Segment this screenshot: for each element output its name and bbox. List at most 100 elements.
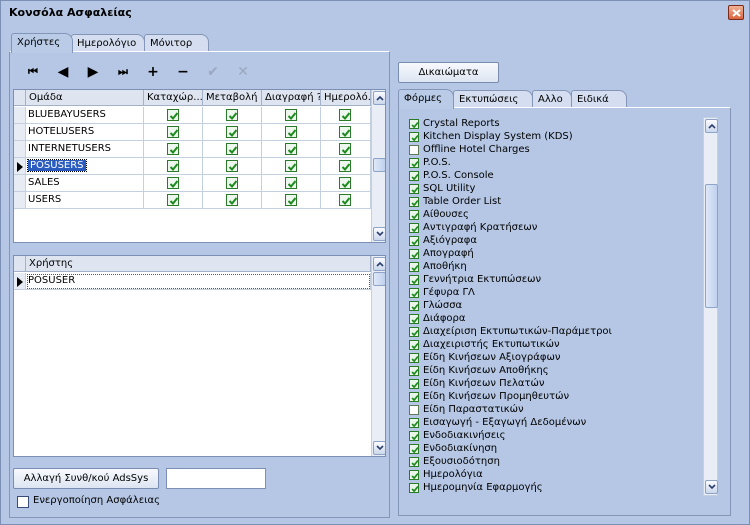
close-button[interactable] — [728, 5, 744, 20]
log-permission-cell[interactable] — [321, 107, 371, 124]
list-item[interactable]: P.O.S. — [405, 157, 705, 170]
delete-checkbox[interactable] — [285, 143, 297, 155]
tab-reports[interactable]: Εκτυπώσεις — [453, 90, 533, 108]
list-item[interactable]: Ημερολόγια — [405, 469, 705, 482]
scroll-down-button[interactable] — [705, 480, 718, 494]
modify-checkbox[interactable] — [226, 177, 238, 189]
list-item[interactable]: Ημερομηνία Εφαρμογής — [405, 482, 705, 495]
list-item[interactable]: Αξιόγραφα — [405, 235, 705, 248]
insert-permission-cell[interactable] — [144, 175, 203, 192]
list-item[interactable]: Είδη Κινήσεων Πελατών — [405, 378, 705, 391]
delete-checkbox[interactable] — [285, 160, 297, 172]
form-checkbox[interactable] — [409, 314, 419, 324]
form-checkbox[interactable] — [409, 197, 419, 207]
list-item[interactable]: Διάφορα — [405, 313, 705, 326]
form-checkbox[interactable] — [409, 353, 419, 363]
list-item[interactable]: Αποθήκη — [405, 261, 705, 274]
tab-log[interactable]: Ημερολόγιο — [71, 34, 145, 52]
forms-list-scrollbar[interactable] — [703, 117, 718, 496]
list-item[interactable]: Ενδοδιακινήσεις — [405, 430, 705, 443]
list-item[interactable]: Crystal Reports — [405, 118, 705, 131]
modify-checkbox[interactable] — [226, 143, 238, 155]
log-checkbox[interactable] — [339, 177, 351, 189]
group-name-cell[interactable]: HOTELUSERS — [26, 124, 144, 141]
list-item[interactable]: Είδη Κινήσεων Αποθήκης — [405, 365, 705, 378]
insert-permission-cell[interactable] — [144, 124, 203, 141]
group-name-cell[interactable]: BLUEBAYUSERS — [26, 107, 144, 124]
delete-checkbox[interactable] — [285, 109, 297, 121]
delete-button[interactable]: − — [171, 61, 195, 83]
list-item[interactable]: Είδη Κινήσεων Προμηθευτών — [405, 391, 705, 404]
scroll-down-button[interactable] — [373, 227, 385, 241]
form-checkbox[interactable] — [409, 340, 419, 350]
form-checkbox[interactable] — [409, 210, 419, 220]
scroll-up-button[interactable] — [373, 91, 385, 105]
form-checkbox[interactable] — [409, 132, 419, 142]
password-input[interactable] — [166, 468, 266, 489]
scroll-up-button[interactable] — [705, 119, 718, 133]
modify-checkbox[interactable] — [226, 194, 238, 206]
scroll-up-button[interactable] — [373, 257, 385, 271]
insert-checkbox[interactable] — [167, 160, 179, 172]
log-checkbox[interactable] — [339, 194, 351, 206]
list-item[interactable]: Αίθουσες — [405, 209, 705, 222]
scroll-thumb[interactable] — [705, 184, 718, 308]
delete-permission-cell[interactable] — [262, 175, 321, 192]
log-checkbox[interactable] — [339, 160, 351, 172]
insert-checkbox[interactable] — [167, 194, 179, 206]
users-grid[interactable]: Χρήστης POSUSER — [13, 255, 386, 457]
scroll-thumb[interactable] — [373, 158, 385, 172]
list-item[interactable]: Ενδοδιακίνηση — [405, 443, 705, 456]
log-checkbox[interactable] — [339, 109, 351, 121]
tab-monitor[interactable]: Μόνιτορ — [144, 34, 209, 52]
scroll-thumb[interactable] — [373, 272, 385, 286]
log-permission-cell[interactable] — [321, 141, 371, 158]
delete-permission-cell[interactable] — [262, 158, 321, 175]
security-checkbox-box[interactable] — [17, 496, 29, 508]
form-checkbox[interactable] — [409, 431, 419, 441]
first-button[interactable]: ⏮ — [21, 61, 45, 83]
form-checkbox[interactable] — [409, 457, 419, 467]
modify-checkbox[interactable] — [226, 126, 238, 138]
form-checkbox[interactable] — [409, 392, 419, 402]
delete-checkbox[interactable] — [285, 177, 297, 189]
insert-permission-cell[interactable] — [144, 192, 203, 209]
log-permission-cell[interactable] — [321, 192, 371, 209]
log-permission-cell[interactable] — [321, 158, 371, 175]
form-checkbox[interactable] — [409, 379, 419, 389]
delete-checkbox[interactable] — [285, 126, 297, 138]
modify-permission-cell[interactable] — [203, 141, 262, 158]
change-password-button[interactable]: Αλλαγή Συνθ/κού AdsSys — [13, 468, 159, 489]
users-grid-scrollbar[interactable] — [371, 256, 385, 456]
modify-permission-cell[interactable] — [203, 107, 262, 124]
list-item[interactable]: SQL Utility — [405, 183, 705, 196]
column-header[interactable]: Χρήστης — [26, 256, 371, 272]
list-item[interactable]: Γέφυρα ΓΛ — [405, 287, 705, 300]
form-checkbox[interactable] — [409, 301, 419, 311]
list-item[interactable]: Είδη Παραστατικών — [405, 404, 705, 417]
form-checkbox[interactable] — [409, 158, 419, 168]
insert-checkbox[interactable] — [167, 126, 179, 138]
list-item[interactable]: Γεννήτρια Εκτυπώσεων — [405, 274, 705, 287]
form-checkbox[interactable] — [409, 262, 419, 272]
group-name-cell[interactable]: POSUSERS — [26, 158, 144, 175]
form-checkbox[interactable] — [409, 366, 419, 376]
user-name-cell[interactable]: POSUSER — [26, 273, 371, 290]
form-checkbox[interactable] — [409, 483, 419, 493]
column-header[interactable]: Μεταβολή ? — [203, 90, 262, 106]
insert-checkbox[interactable] — [167, 109, 179, 121]
modify-checkbox[interactable] — [226, 109, 238, 121]
log-checkbox[interactable] — [339, 143, 351, 155]
list-item[interactable]: Εισαγωγή - Εξαγωγή Δεδομένων — [405, 417, 705, 430]
log-checkbox[interactable] — [339, 126, 351, 138]
list-item[interactable]: Είδη Κινήσεων Αξιογράφων — [405, 352, 705, 365]
insert-permission-cell[interactable] — [144, 158, 203, 175]
group-name-cell[interactable]: INTERNETUSERS — [26, 141, 144, 158]
group-name-cell[interactable]: SALES — [26, 175, 144, 192]
form-checkbox[interactable] — [409, 145, 419, 155]
form-checkbox[interactable] — [409, 184, 419, 194]
form-checkbox[interactable] — [409, 236, 419, 246]
form-checkbox[interactable] — [409, 119, 419, 129]
groups-grid[interactable]: Ομάδα Καταχώρ... Μεταβολή ? Διαγραφή ? Ημερο… — [13, 89, 386, 243]
form-checkbox[interactable] — [409, 288, 419, 298]
